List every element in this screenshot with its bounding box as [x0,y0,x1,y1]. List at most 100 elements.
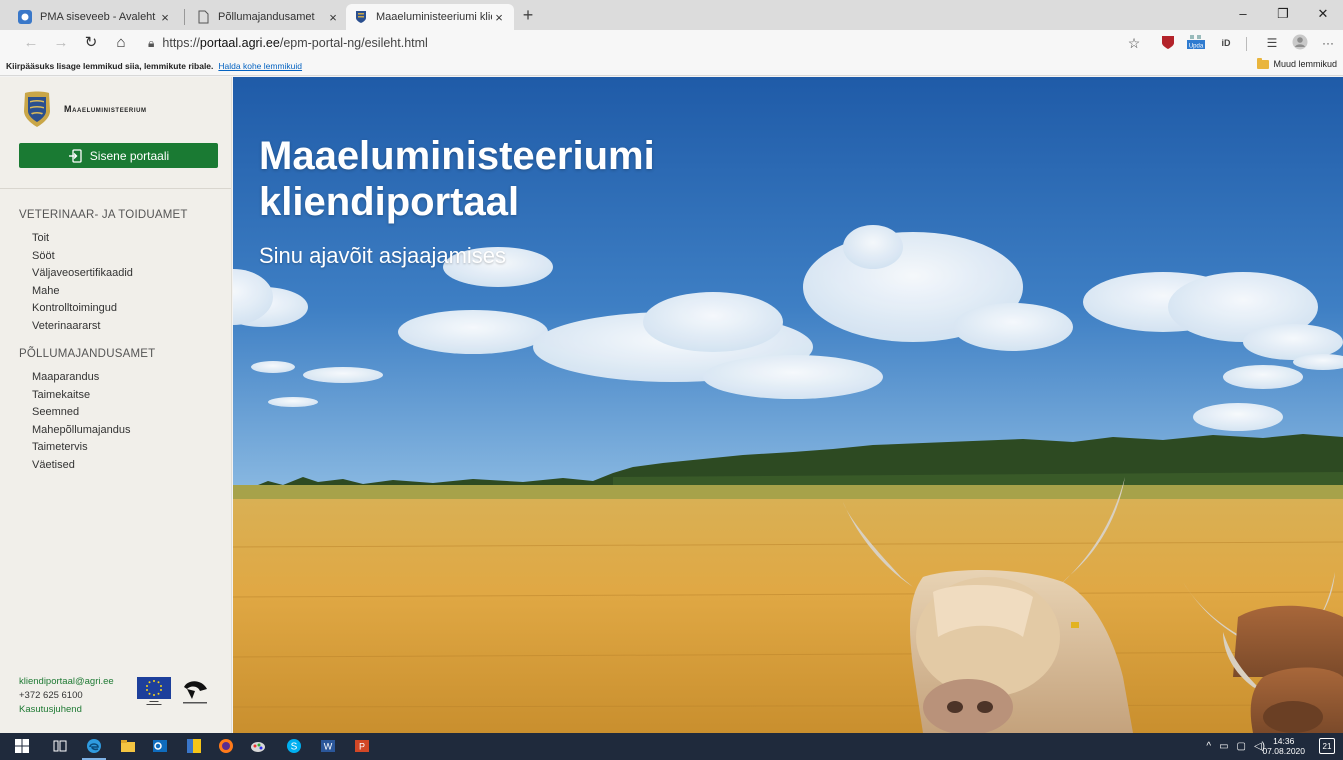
menu-item-seemned[interactable]: Seemned [32,404,130,422]
paint-icon[interactable] [250,738,266,754]
tab-separator [184,9,185,25]
folder-icon [1257,57,1270,69]
forward-button[interactable]: → [50,33,72,53]
address-bar-row: ← → ↻ ⌂ 🔒︎ https://portaal.agri.ee/epm-p… [0,30,1343,56]
svg-text:P: P [359,742,365,752]
manage-favorites-link[interactable]: Halda kohe lemmikuid [218,61,302,71]
eu-fund-logo: ▬▬▬ ▬▬▬▬▬ [137,677,171,707]
menu-item-maaparandus[interactable]: Maaparandus [32,369,130,387]
menu-item-veterinaararst[interactable]: Veterinaararst [32,318,133,336]
tab-kliendiportaal[interactable]: Maaeluministeeriumi kliendiport × [346,4,514,30]
notification-center-icon[interactable]: 21 [1319,738,1335,754]
tab-title: PMA siseveeb - Avaleht [40,11,156,23]
url-host: portaal.agri.ee [199,36,280,50]
sidebar: Maaeluministeerium Sisene portaali VETER… [0,77,232,733]
section-title-agriculture: PÕLLUMAJANDUSAMET [19,348,156,360]
sidebar-divider [0,188,231,189]
minimize-button[interactable]: – [1223,0,1263,30]
hero-banner: Maaeluministeeriumi kliendiportaal Sinu … [233,77,1343,733]
close-window-button[interactable]: ✕ [1303,0,1343,30]
tray-expand-icon[interactable]: ^ [1206,741,1211,752]
eu-flag-icon [137,677,171,699]
hero-title: Maaeluministeeriumi kliendiportaal [259,134,655,224]
eu-fund-caption-icon: ▬▬▬ ▬▬▬▬▬ [146,699,162,706]
sticky-notes-icon[interactable] [186,738,202,754]
menu-item-taimetervis[interactable]: Taimetervis [32,439,130,457]
url-field[interactable]: 🔒︎ https://portaal.agri.ee/epm-portal-ng… [148,34,428,52]
browser-tab-bar: PMA siseveeb - Avaleht × Põllumajandusam… [0,0,1343,30]
favorites-list-icon[interactable]: ☰ [1262,34,1282,52]
update-extension-label: Upda [1189,44,1204,50]
tab-close-icon[interactable]: × [492,10,506,25]
section-title-veterinary: VETERINAAR- JA TOIDUAMET [19,209,188,221]
file-explorer-icon[interactable] [120,738,136,754]
estonia-logo [178,677,212,707]
update-extension-icon[interactable]: Upda [1186,34,1206,52]
menu-item-mahe[interactable]: Mahe [32,283,133,301]
contact-email-link[interactable]: kliendiportaal@agri.ee [19,675,114,689]
menu-item-taimekaitse[interactable]: Taimekaitse [32,387,130,405]
system-tray: ^ ▭ ▢ ◁) [1206,733,1265,760]
toolbar-separator [1246,37,1247,51]
other-favorites-label: Muud lemmikud [1273,59,1337,69]
login-icon [68,148,82,163]
skype-icon[interactable]: S [286,738,302,754]
menu-item-mahepollumajandus[interactable]: Mahepõllumajandus [32,422,130,440]
menu-item-toit[interactable]: Toit [32,230,133,248]
wheat-field [233,499,1343,733]
favorite-star-icon[interactable]: ☆ [1124,34,1144,52]
tab-title: Maaeluministeeriumi kliendiport [376,11,492,23]
tab-close-icon[interactable]: × [326,10,340,25]
firefox-icon[interactable] [218,738,234,754]
estonia-swallow-icon [183,681,207,704]
settings-more-icon[interactable]: ··· [1318,34,1338,52]
page-favicon-icon [198,10,209,24]
url-path: /epm-portal-ng/esileht.html [279,36,428,50]
back-button[interactable]: ← [20,33,42,53]
new-tab-button[interactable]: + [516,4,540,26]
tab-pma-siseveeb[interactable]: PMA siseveeb - Avaleht × [10,4,180,30]
task-view-icon[interactable] [52,738,68,754]
other-favorites-button[interactable]: Muud lemmikud [1257,57,1337,69]
menu-item-vaetised[interactable]: Väetised [32,457,130,475]
word-icon[interactable]: W [320,738,336,754]
pma-favicon-icon [18,10,32,24]
login-button[interactable]: Sisene portaali [19,143,218,168]
tab-close-icon[interactable]: × [158,10,172,25]
display-icon[interactable]: ▢ [1237,741,1246,752]
id-card-extension-icon[interactable]: iD [1216,34,1236,52]
restore-button[interactable]: ❐ [1263,0,1303,30]
brand-name: Maaeluministeerium [64,104,147,114]
ministry-crest-favicon-icon [356,11,366,23]
hero-subtitle: Sinu ajavõit asjaajamises [259,243,507,268]
agriculture-menu: Maaparandus Taimekaitse Seemned Mahepõll… [32,369,130,474]
home-button[interactable]: ⌂ [110,33,132,53]
login-button-label: Sisene portaali [89,148,170,163]
contact-phone: +372 625 6100 [19,690,83,701]
powerpoint-icon[interactable]: P [354,738,370,754]
tab-title: Põllumajandusamet [218,11,315,23]
taskbar-clock[interactable]: 14:36 07.08.2020 [1262,736,1305,756]
svg-text:S: S [291,742,298,753]
menu-item-soot[interactable]: Sööt [32,248,133,266]
brand-logo[interactable]: Maaeluministeerium [20,89,147,129]
favorites-bar: Kiirpääsuks lisage lemmikud siia, lemmik… [0,56,1343,76]
profile-avatar-icon[interactable] [1290,34,1310,52]
clock-time: 14:36 [1273,736,1295,746]
clock-date: 07.08.2020 [1262,746,1305,756]
menu-item-kontrolltoimingud[interactable]: Kontrolltoimingud [32,300,133,318]
reload-button[interactable]: ↻ [80,33,102,53]
edge-browser-icon[interactable] [86,738,102,754]
extension-shield-icon[interactable] [1158,34,1178,52]
sidebar-footer: kliendiportaal@agri.ee +372 625 6100 Kas… [19,675,114,717]
tab-pollumajandusamet[interactable]: Põllumajandusamet × [188,4,348,30]
svg-text:W: W [324,742,333,752]
veterinary-menu: Toit Sööt Väljaveosertifikaadid Mahe Kon… [32,230,133,335]
estonian-coat-of-arms-icon [24,91,50,127]
outlook-icon[interactable] [152,738,168,754]
network-icon[interactable]: ▭ [1219,741,1228,752]
lock-icon: 🔒︎ [148,35,155,50]
menu-item-valjaveosertifikaadid[interactable]: Väljaveosertifikaadid [32,265,133,283]
user-guide-link[interactable]: Kasutusjuhend [19,703,114,717]
windows-start-icon[interactable] [14,738,30,754]
